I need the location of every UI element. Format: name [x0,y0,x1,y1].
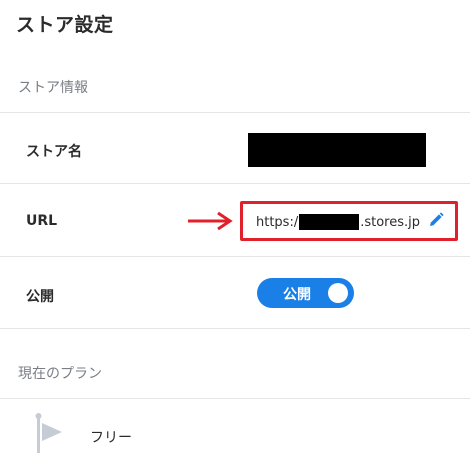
divider [0,112,470,113]
plan-name: フリー [90,430,132,446]
divider [0,256,470,257]
right-arrow-icon [188,211,233,231]
url-prefix: https:/ [256,214,299,230]
store-url: https:/ .stores.jp [256,214,420,230]
store-name-label: ストア名 [26,144,82,160]
store-name-value-redacted [248,133,426,167]
divider [0,183,470,184]
url-label: URL [26,213,58,229]
pencil-icon[interactable] [428,212,444,228]
section-header-store-info: ストア情報 [18,80,88,96]
section-header-plan: 現在のプラン [18,366,102,382]
url-subdomain-redacted [299,214,360,230]
divider [0,398,470,399]
page-title: ストア設定 [16,14,114,36]
toggle-knob [328,283,348,303]
visibility-label: 公開 [26,289,54,305]
flag-icon [35,413,62,453]
divider [0,328,470,329]
url-suffix: .stores.jp [360,214,421,230]
visibility-toggle-text: 公開 [283,287,311,303]
